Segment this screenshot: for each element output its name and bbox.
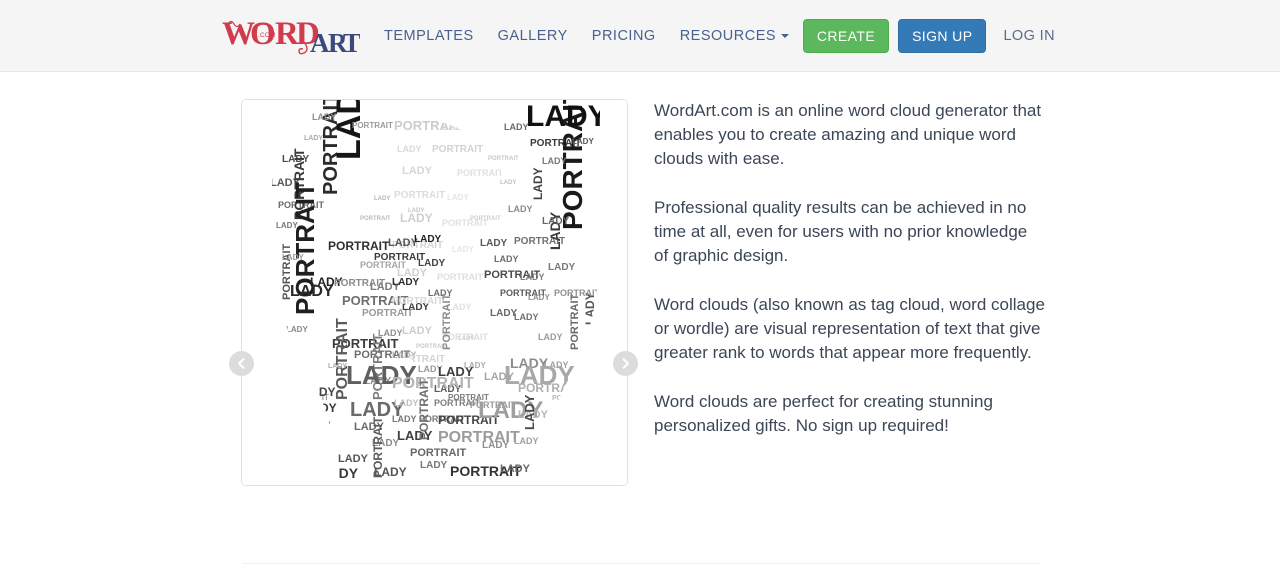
svg-text:PORTRAIT: PORTRAIT [394, 190, 445, 201]
intro-description: WordArt.com is an online word cloud gene… [654, 99, 1046, 438]
svg-text:LADY: LADY [482, 440, 510, 451]
svg-text:PORTRAIT: PORTRAIT [417, 378, 431, 440]
svg-text:LADY: LADY [338, 453, 369, 465]
svg-text:LADY: LADY [494, 254, 519, 264]
svg-text:LADY: LADY [447, 193, 469, 202]
svg-text:LADY: LADY [538, 332, 563, 342]
description-paragraph-2: Professional quality results can be achi… [654, 198, 1028, 265]
svg-text:LADY: LADY [418, 258, 446, 269]
chevron-right-icon [622, 358, 630, 369]
svg-text:PORTRAIT: PORTRAIT [432, 144, 483, 155]
description-paragraph-4: Word clouds are perfect for creating stu… [654, 392, 993, 435]
svg-text:PORTRAIT: PORTRAIT [437, 272, 484, 282]
svg-text:LADY: LADY [458, 336, 474, 342]
svg-text:LADY: LADY [504, 122, 529, 132]
svg-text:PORTRAIT: PORTRAIT [360, 216, 391, 222]
svg-text:.COM: .COM [258, 32, 276, 39]
svg-text:LADY: LADY [290, 283, 334, 300]
main-navigation: TEMPLATES GALLERY PRICING RESOURCES [372, 0, 801, 71]
word-cloud-image: LADY LADY PORTRAIT LADY PORTRAIT PORTRAI… [242, 100, 627, 485]
svg-text:LADY: LADY [420, 460, 448, 471]
svg-text:LADY: LADY [464, 361, 486, 370]
nav-label-resources: RESOURCES [679, 27, 777, 44]
svg-text:LADY: LADY [504, 360, 575, 390]
svg-text:PORTRAIT: PORTRAIT [441, 294, 453, 351]
svg-text:PORTRAIT: PORTRAIT [328, 239, 390, 253]
header-inner: W O .COM R D A R T TEMPLATES GALLERY PRI [0, 0, 1280, 71]
nav-item-resources[interactable]: RESOURCES [668, 0, 801, 71]
nav-item-gallery[interactable]: GALLERY [486, 0, 580, 71]
svg-text:LADY: LADY [304, 135, 323, 142]
svg-text:LADY: LADY [328, 363, 347, 370]
svg-text:LADY: LADY [572, 137, 594, 146]
svg-text:T: T [343, 28, 360, 56]
main-content: LADY LADY PORTRAIT LADY PORTRAIT PORTRAI… [0, 72, 1280, 564]
svg-text:PORTRAIT: PORTRAIT [554, 288, 601, 298]
signup-button[interactable]: SIGN UP [898, 18, 987, 53]
nav-label-gallery: GALLERY [497, 27, 568, 44]
svg-text:LADY: LADY [282, 253, 304, 262]
svg-text:LADY: LADY [522, 394, 537, 430]
svg-text:PORTRAIT: PORTRAIT [416, 344, 447, 350]
svg-text:LADY: LADY [500, 180, 516, 186]
word-cloud-portrait-svg: LADY LADY PORTRAIT LADY PORTRAIT PORTRAI… [242, 100, 627, 485]
chevron-left-icon [237, 358, 245, 369]
svg-text:LADY: LADY [500, 463, 531, 475]
svg-text:PORTRAIT: PORTRAIT [569, 294, 581, 351]
svg-text:LADY: LADY [414, 234, 442, 245]
svg-text:LADY: LADY [330, 100, 368, 160]
svg-text:LADY: LADY [452, 245, 474, 254]
svg-text:LADY: LADY [514, 312, 539, 322]
svg-text:LADY: LADY [397, 144, 422, 154]
chevron-down-icon [781, 33, 790, 38]
svg-text:LADY: LADY [402, 165, 433, 177]
create-button[interactable]: CREATE [802, 18, 890, 53]
svg-text:LADY: LADY [286, 325, 308, 334]
svg-text:PORTRAIT: PORTRAIT [457, 168, 504, 178]
svg-text:LADY: LADY [402, 325, 433, 337]
svg-text:LADY: LADY [531, 167, 545, 200]
header-actions: CREATE SIGN UP LOG IN [802, 0, 1063, 71]
nav-label-pricing: PRICING [591, 27, 656, 44]
svg-text:LADY: LADY [520, 272, 545, 282]
svg-text:PORTRAIT: PORTRAIT [392, 375, 474, 392]
carousel-slide-panel[interactable]: LADY LADY PORTRAIT LADY PORTRAIT PORTRAI… [241, 99, 628, 486]
svg-text:LADY: LADY [542, 216, 570, 227]
description-paragraph-3: Word clouds (also known as tag cloud, wo… [654, 295, 1045, 362]
description-paragraph-1: WordArt.com is an online word cloud gene… [654, 101, 1042, 168]
login-link[interactable]: LOG IN [995, 19, 1063, 53]
svg-text:PORTRAIT: PORTRAIT [352, 121, 393, 130]
wordart-logo-icon: W O .COM R D A R T [222, 16, 360, 56]
nav-item-templates[interactable]: TEMPLATES [372, 0, 486, 71]
svg-text:LADY: LADY [374, 196, 390, 202]
svg-text:PORTRAIT: PORTRAIT [470, 216, 501, 222]
nav-item-pricing[interactable]: PRICING [580, 0, 668, 71]
svg-text:LADY: LADY [312, 112, 337, 122]
svg-text:LADY: LADY [408, 208, 424, 214]
svg-text:LADY: LADY [394, 398, 419, 408]
svg-text:LADY: LADY [548, 262, 576, 273]
svg-text:A: A [310, 28, 330, 56]
svg-text:LADY: LADY [526, 100, 608, 133]
svg-text:LADY: LADY [514, 436, 539, 446]
svg-text:LADY: LADY [508, 204, 533, 214]
carousel-next-button[interactable] [613, 351, 638, 376]
svg-text:LADY: LADY [528, 293, 550, 302]
svg-text:PORTRAIT: PORTRAIT [488, 156, 519, 162]
site-header: W O .COM R D A R T TEMPLATES GALLERY PRI [0, 0, 1280, 72]
svg-text:PORTRAIT: PORTRAIT [371, 416, 385, 478]
svg-text:LADY: LADY [542, 156, 567, 166]
svg-text:LADY: LADY [480, 238, 508, 249]
nav-label-templates: TEMPLATES [384, 27, 474, 44]
site-logo[interactable]: W O .COM R D A R T [222, 13, 360, 57]
carousel-prev-button[interactable] [229, 351, 254, 376]
svg-text:PORTRAIT: PORTRAIT [410, 447, 467, 459]
